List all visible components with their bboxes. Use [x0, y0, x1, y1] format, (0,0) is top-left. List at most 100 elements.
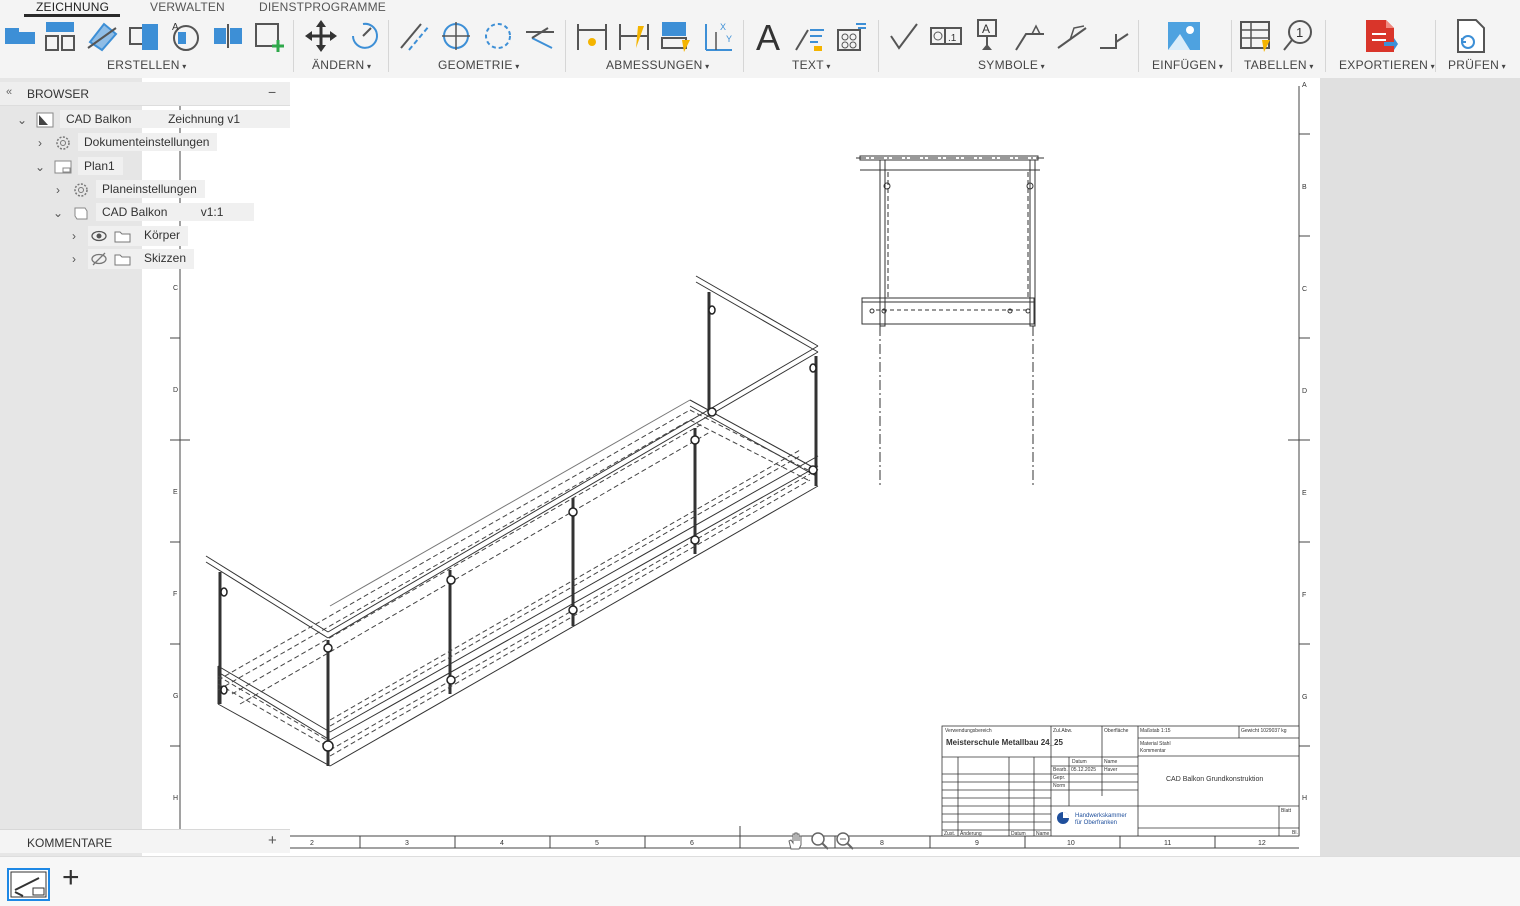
- chevron-down-icon[interactable]: ⌄: [52, 206, 64, 220]
- hwk-logo: [1057, 812, 1069, 824]
- zone-label-bottom: 2: [310, 840, 314, 847]
- chevron-down-icon[interactable]: ⌄: [16, 113, 28, 127]
- zone-label-left: C: [173, 285, 178, 292]
- ribbon-separator: [565, 20, 566, 72]
- group-abmessungen[interactable]: ABMESSUNGEN: [606, 58, 710, 72]
- edge-extension-icon[interactable]: [522, 18, 558, 54]
- table-icon[interactable]: [1238, 18, 1274, 54]
- export-pdf-icon[interactable]: [1362, 18, 1398, 54]
- drawing-sheet: C D E F G H A B C D E F G H 2 3 4 5 6 8 …: [170, 82, 1310, 849]
- right-gray-area: [1320, 78, 1520, 856]
- tb-name: Name: [1104, 759, 1118, 765]
- section-view-icon[interactable]: [84, 18, 120, 54]
- weld-symbol-icon[interactable]: [1012, 18, 1048, 54]
- baseline-dimension-icon[interactable]: [658, 18, 694, 54]
- balloon-icon[interactable]: [834, 18, 870, 54]
- zone-label-bottom: 12: [1258, 840, 1266, 847]
- tab-dienstprogramme[interactable]: DIENSTPROGRAMME: [259, 0, 386, 14]
- group-geometrie[interactable]: GEOMETRIE: [438, 58, 520, 72]
- zoom-window-icon[interactable]: [835, 831, 855, 856]
- tree-label: CAD Balkon v1:1: [96, 203, 254, 221]
- center-mark-icon[interactable]: [438, 18, 474, 54]
- browser-minimize-button[interactable]: −: [268, 84, 276, 100]
- chevron-right-icon[interactable]: ›: [34, 136, 46, 150]
- feature-control-frame-icon[interactable]: .1: [928, 18, 964, 54]
- group-symbole[interactable]: SYMBOLE: [978, 58, 1045, 72]
- chevron-down-icon[interactable]: ⌄: [34, 160, 46, 174]
- drawing-doc-icon: [36, 112, 54, 131]
- surface-texture-icon[interactable]: [887, 18, 923, 54]
- tb-project: Meisterschule Metallbau 24_25: [946, 738, 1063, 747]
- comments-label: KOMMENTARE: [27, 836, 113, 850]
- ribbon-separator: [1435, 20, 1436, 72]
- sheet-thumbnail[interactable]: [7, 868, 50, 901]
- projected-view-icon[interactable]: [42, 18, 78, 54]
- drawing-canvas[interactable]: C D E F G H A B C D E F G H 2 3 4 5 6 8 …: [142, 78, 1320, 856]
- add-sheet-button[interactable]: +: [62, 863, 80, 893]
- dimension-icon[interactable]: [574, 18, 610, 54]
- group-pruefen[interactable]: PRÜFEN: [1448, 58, 1506, 72]
- chevron-right-icon[interactable]: ›: [68, 252, 80, 266]
- ordinate-dimension-icon[interactable]: [616, 18, 652, 54]
- folder-icon: [114, 251, 132, 270]
- group-aendern[interactable]: ÄNDERN: [312, 58, 371, 72]
- browser-panel: « BROWSER − ⌄ CAD Balkon Zeichnung v1 › …: [0, 80, 290, 270]
- detail-view-icon[interactable]: [126, 18, 162, 54]
- center-mark-pattern-icon[interactable]: [480, 18, 516, 54]
- tb-verwendungsbereich: Verwendungsbereich: [945, 728, 992, 734]
- base-view-icon[interactable]: [2, 18, 38, 54]
- zone-label-right: H: [1302, 795, 1307, 802]
- side-view: [856, 155, 1044, 488]
- ordinate-xy-icon[interactable]: XY: [700, 18, 736, 54]
- zone-label-right: F: [1302, 592, 1306, 599]
- tb-org-line1: Handwerkskammer: [1075, 813, 1127, 819]
- datum-identifier-icon[interactable]: A: [970, 18, 1006, 54]
- gear-icon: [54, 134, 72, 155]
- zone-label-right: D: [1302, 388, 1307, 395]
- isometric-balcony-view: [205, 275, 819, 767]
- auto-balloon-icon[interactable]: 1: [1280, 18, 1316, 54]
- svg-text:X: X: [720, 22, 726, 32]
- rotate-icon[interactable]: [345, 18, 381, 54]
- chevron-right-icon[interactable]: ›: [52, 183, 64, 197]
- drawing-check-icon[interactable]: [1452, 18, 1488, 54]
- group-einfuegen[interactable]: EINFÜGEN: [1152, 58, 1223, 72]
- insert-image-icon[interactable]: [1166, 18, 1202, 54]
- tree-label: Körper: [144, 228, 181, 242]
- add-comment-button[interactable]: +: [268, 832, 277, 849]
- zone-label-bottom: 11: [1164, 840, 1171, 847]
- zone-label-left: H: [173, 795, 178, 802]
- pan-icon[interactable]: [785, 831, 805, 856]
- zone-label-bottom: 4: [500, 840, 504, 847]
- tab-verwalten[interactable]: VERWALTEN: [150, 0, 225, 14]
- zoom-icon[interactable]: [810, 831, 830, 856]
- leader-icon[interactable]: [792, 18, 828, 54]
- zone-label-bottom: 5: [595, 840, 599, 847]
- collapse-browser-icon[interactable]: «: [6, 86, 12, 98]
- eye-icon[interactable]: [90, 228, 108, 247]
- break-view-icon[interactable]: A: [168, 18, 204, 54]
- svg-text:.1: .1: [948, 33, 957, 44]
- group-erstellen[interactable]: ERSTELLEN: [107, 58, 187, 72]
- zone-label-left: G: [173, 693, 178, 700]
- tb-massstab: Maßstab 1:15: [1140, 728, 1171, 734]
- active-tab-indicator: [24, 14, 120, 17]
- zone-label-right: B: [1302, 184, 1307, 191]
- taper-symbol-icon[interactable]: [1096, 18, 1132, 54]
- edge-symbol-icon[interactable]: [1054, 18, 1090, 54]
- group-exportieren[interactable]: EXPORTIEREN: [1339, 58, 1435, 72]
- sketch-add-icon[interactable]: [252, 18, 288, 54]
- text-icon[interactable]: A: [752, 18, 788, 54]
- eye-hidden-icon[interactable]: [90, 251, 108, 270]
- centerline-icon[interactable]: [397, 18, 433, 54]
- move-icon[interactable]: [303, 18, 339, 54]
- chevron-right-icon[interactable]: ›: [68, 229, 80, 243]
- ribbon-toolbar: ZEICHNUNG VERWALTEN DIENSTPROGRAMME A ER…: [0, 0, 1520, 78]
- tb-blatt: Blatt: [1281, 808, 1292, 814]
- group-tabellen[interactable]: TABELLEN: [1244, 58, 1314, 72]
- tab-zeichnung[interactable]: ZEICHNUNG: [36, 0, 109, 14]
- svg-text:Y: Y: [726, 34, 732, 44]
- tb-drawing-title: CAD Balkon Grundkonstruktion: [1166, 776, 1263, 783]
- group-text[interactable]: TEXT: [792, 58, 831, 72]
- crop-view-icon[interactable]: [210, 18, 246, 54]
